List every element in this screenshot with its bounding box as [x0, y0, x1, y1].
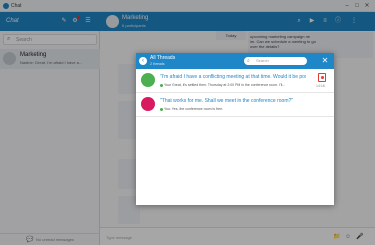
dialog-subtitle: 2 threads [150, 62, 165, 66]
thread-question: "I'm afraid I have a conflicting meeting… [160, 74, 306, 80]
avatar [141, 97, 155, 111]
thread-reply-text: Your Great, it's settled then. Thursday … [164, 83, 286, 87]
back-icon[interactable]: ‹ [139, 57, 147, 65]
dialog-search-input[interactable]: ⌕ Search [244, 57, 307, 65]
thread-row[interactable]: "I'm afraid I have a conflicting meeting… [136, 69, 334, 93]
chat-app-window: Chat – □ ✕ Chat ✎ ⚙ ☰ ⌕ Search Marketing… [0, 0, 375, 245]
dialog-search-placeholder: Search [256, 58, 269, 63]
thread-reply-text: You: Yes, the conference room is free. [164, 107, 224, 111]
thread-reply: Your Great, it's settled then. Thursday … [160, 83, 306, 87]
thread-row[interactable]: "That works for me. Shall we meet in the… [136, 93, 334, 117]
status-dot-icon [160, 83, 163, 87]
dialog-title: All Threads [150, 55, 176, 61]
status-dot-icon [160, 107, 163, 111]
close-icon[interactable]: ✕ [320, 56, 330, 66]
thread-reply: You: Yes, the conference room is free. [160, 107, 306, 111]
dialog-header: ‹ All Threads 2 threads ⌕ Search ✕ [136, 53, 334, 69]
thread-question: "That works for me. Shall we meet in the… [160, 98, 294, 104]
avatar [141, 73, 155, 87]
all-threads-dialog: ‹ All Threads 2 threads ⌕ Search ✕ "I'm … [136, 53, 334, 205]
unread-badge-icon [318, 73, 326, 82]
search-icon: ⌕ [247, 58, 250, 64]
thread-time: 14:18 [316, 84, 325, 88]
